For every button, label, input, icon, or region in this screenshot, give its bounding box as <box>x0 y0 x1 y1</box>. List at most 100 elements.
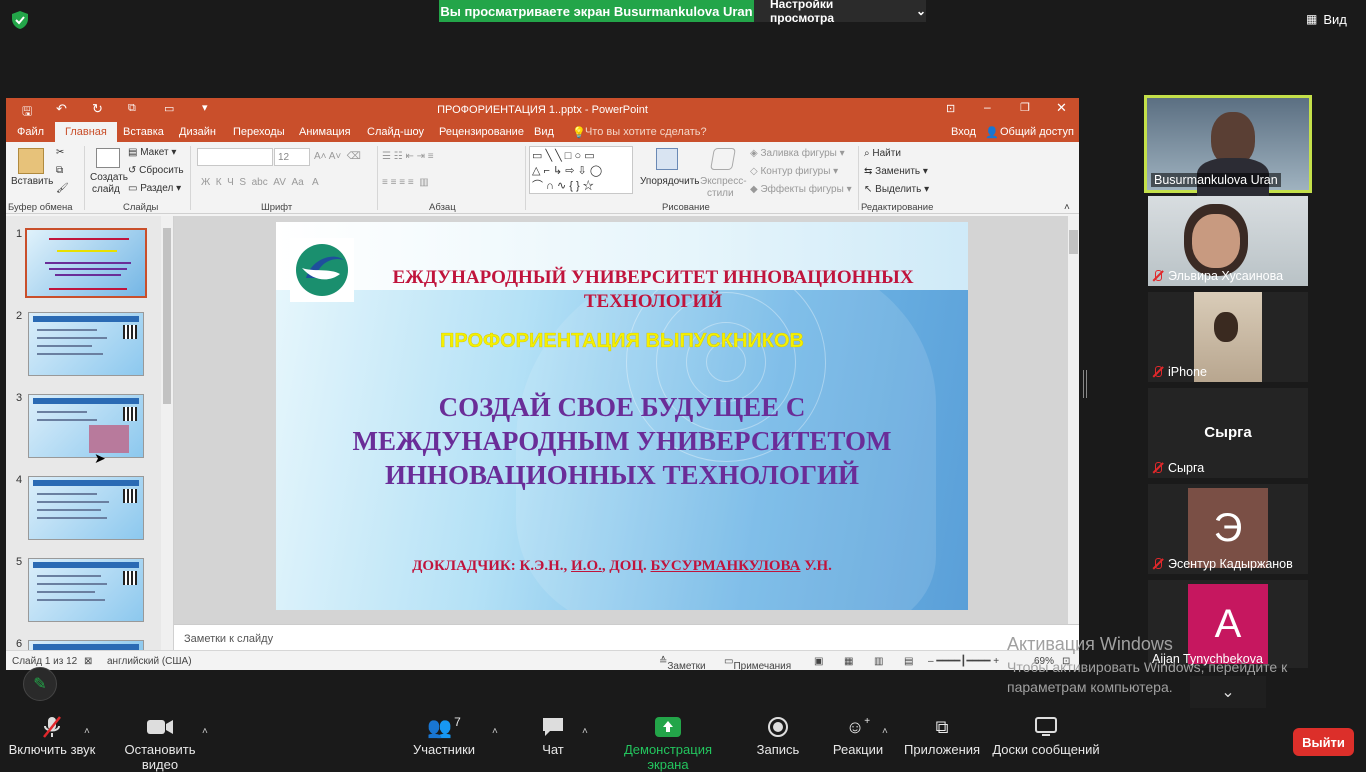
tab-transitions[interactable]: Переходы <box>233 126 285 138</box>
notes-toggle[interactable]: ≙ Заметки <box>659 656 706 670</box>
new-slide-button[interactable]: Создать <box>90 172 128 183</box>
tab-file[interactable]: Файл <box>17 126 44 138</box>
arrange-button[interactable]: Упорядочить <box>640 176 700 187</box>
group-clipboard-label: Буфер обмена <box>8 202 73 213</box>
section-button[interactable]: ▭ Раздел ▾ <box>128 183 181 194</box>
tab-slideshow[interactable]: Слайд-шоу <box>367 126 424 138</box>
replace-button[interactable]: ⇆ Заменить ▾ <box>864 166 928 177</box>
shape-outline-button[interactable]: ◇ Контур фигуры ▾ <box>750 166 838 177</box>
ribbon-options-icon[interactable]: ⊡ <box>946 102 955 115</box>
notes-pane[interactable]: Заметки к слайду <box>174 624 1079 650</box>
close-icon[interactable]: ✕ <box>1056 100 1067 116</box>
shape-fill-button[interactable]: ◈ Заливка фигуры ▾ <box>750 148 845 159</box>
comments-toggle[interactable]: ▭ Примечания <box>724 656 791 670</box>
record-label: Запись <box>756 742 800 757</box>
minimize-icon[interactable]: – <box>984 100 991 114</box>
format-painter-icon[interactable]: 🖌 <box>56 183 69 194</box>
video-options-caret[interactable]: ˄ <box>202 726 208 737</box>
font-format-icons[interactable]: Ж К Ч S abc AV Aa A <box>201 177 319 188</box>
participant-tile[interactable]: Сырга Сырга <box>1148 388 1308 478</box>
gallery-scroll-down-button[interactable]: ⌄ <box>1190 676 1266 708</box>
participants-options-caret[interactable]: ˄ <box>492 726 498 737</box>
slide-thumbnail-5[interactable] <box>28 558 144 622</box>
current-slide[interactable]: ЕЖДУНАРОДНЫЙ УНИВЕРСИТЕТ ИННОВАЦИОННЫХ Т… <box>276 222 968 610</box>
share-status-banner: Вы просматриваете экран Busurmankulova U… <box>439 0 754 22</box>
speaker-part: , ДОЦ. <box>601 558 651 574</box>
participant-tile[interactable]: Э Эсентур Кадыржанов <box>1148 484 1308 574</box>
paste-button[interactable]: Вставить <box>11 176 53 187</box>
quick-styles-line2: стили <box>707 188 734 199</box>
sorter-view-icon[interactable]: ▦ <box>844 656 853 667</box>
restore-icon[interactable]: ❐ <box>1020 101 1030 114</box>
slideshow-view-icon[interactable]: ▤ <box>904 656 913 667</box>
slide-thumbnail-2[interactable] <box>28 312 144 376</box>
share-button[interactable]: Общий доступ <box>1000 126 1074 138</box>
find-button[interactable]: ⌕ Найти <box>864 148 901 159</box>
slide-scrollbar[interactable] <box>1068 216 1079 624</box>
participant-tile[interactable]: Эльвира Хусаинова <box>1148 196 1308 286</box>
share-screen-button[interactable]: Демонстрация экрана <box>604 712 732 772</box>
muted-mic-icon <box>1152 366 1164 378</box>
shapes-gallery[interactable]: ▭ ╲ ╲ □ ○ ▭ △ ⌐ ↳ ⇨ ⇩ ◯ ⌒ ∩ ∿ { } ☆ <box>529 146 633 194</box>
participants-count: 7 <box>454 715 461 729</box>
speaker-part: БУСУРМАНКУЛОВА <box>650 558 801 574</box>
tab-view[interactable]: Вид <box>534 126 554 138</box>
tab-review[interactable]: Рецензирование <box>439 126 524 138</box>
window-title: ПРОФОРИЕНТАЦИЯ 1..pptx - PowerPoint <box>437 104 648 116</box>
new-slide-icon[interactable] <box>96 148 120 168</box>
thumbnails-scrollbar[interactable] <box>161 216 173 650</box>
tab-insert[interactable]: Вставка <box>123 126 164 138</box>
font-name-input[interactable] <box>197 148 273 166</box>
tab-home[interactable]: Главная <box>55 122 117 142</box>
annotate-pencil-button[interactable]: ✎ <box>23 667 57 701</box>
quick-styles-button[interactable]: Экспресс- <box>700 176 747 187</box>
reset-button[interactable]: ↺ Сбросить <box>128 165 184 176</box>
reactions-button[interactable]: ☺ + Реакции <box>830 712 886 758</box>
tab-animation[interactable]: Анимация <box>299 126 351 138</box>
chat-button[interactable]: Чат <box>528 712 578 757</box>
reading-view-icon[interactable]: ▥ <box>874 656 883 667</box>
split-resize-handle[interactable] <box>1083 370 1087 398</box>
comments-toggle-label: Примечания <box>733 661 792 670</box>
copy-icon[interactable]: ⧉ <box>56 165 63 176</box>
tell-me-box[interactable]: Что вы хотите сделать? <box>585 126 707 138</box>
slide-speaker-line: ДОКЛАДЧИК: К.Э.Н., И.О., ДОЦ. БУСУРМАНКУ… <box>276 558 968 575</box>
stop-video-button[interactable]: Остановить видео <box>106 712 214 772</box>
select-button[interactable]: ↖ Выделить ▾ <box>864 184 929 195</box>
view-options-button[interactable]: Настройки просмотра ⌄ <box>754 0 926 25</box>
chat-options-caret[interactable]: ˄ <box>582 726 588 737</box>
quick-styles-icon[interactable] <box>710 148 736 170</box>
arrange-icon[interactable] <box>656 148 678 170</box>
security-shield-icon[interactable] <box>10 10 30 30</box>
audio-options-caret[interactable]: ˄ <box>84 726 90 737</box>
shape-effects-button[interactable]: ◆ Эффекты фигуры ▾ <box>750 184 852 195</box>
font-size-input[interactable]: 12 <box>274 148 310 166</box>
participant-tile-active[interactable]: Busurmankulova Uran <box>1144 95 1312 198</box>
align-icons[interactable]: ≡ ≡ ≡ ≡ ▥ <box>382 177 429 188</box>
cut-icon[interactable]: ✂ <box>56 147 64 158</box>
view-button[interactable]: ▦ Вид <box>1306 8 1356 30</box>
participant-tile[interactable]: iPhone <box>1148 292 1308 382</box>
reactions-options-caret[interactable]: ˄ <box>882 726 888 737</box>
unmute-button[interactable]: Включить звук <box>8 712 96 757</box>
language-label[interactable]: английский (США) <box>107 656 192 667</box>
zoom-slider[interactable]: – ━━━━┃━━━━ + <box>928 656 999 667</box>
muted-mic-icon <box>1152 270 1164 282</box>
layout-button[interactable]: ▤ Макет ▾ <box>128 147 176 158</box>
apps-button[interactable]: ⧉ Приложения <box>904 712 980 758</box>
list-icons[interactable]: ☰ ☷ ⇤ ⇥ ≡ <box>382 151 434 162</box>
record-button[interactable]: Запись <box>754 712 802 757</box>
slide-thumbnail-3[interactable] <box>28 394 144 458</box>
slide-thumbnail-4[interactable] <box>28 476 144 540</box>
leave-meeting-button[interactable]: Выйти <box>1293 728 1354 756</box>
normal-view-icon[interactable]: ▣ <box>814 656 823 667</box>
font-grow-icon[interactable]: A˄ A˅ ⌫ <box>314 151 361 162</box>
collapse-ribbon-icon[interactable]: ˄ <box>1064 202 1070 213</box>
find-label: Найти <box>872 148 901 159</box>
whiteboards-button[interactable]: Доски сообщений <box>992 712 1100 757</box>
paste-icon[interactable] <box>18 148 44 174</box>
signin-link[interactable]: Вход <box>951 126 976 138</box>
participants-button[interactable]: 👥 7 Участники <box>410 712 478 757</box>
tab-design[interactable]: Дизайн <box>179 126 216 138</box>
slide-thumbnail-1[interactable] <box>25 228 147 298</box>
